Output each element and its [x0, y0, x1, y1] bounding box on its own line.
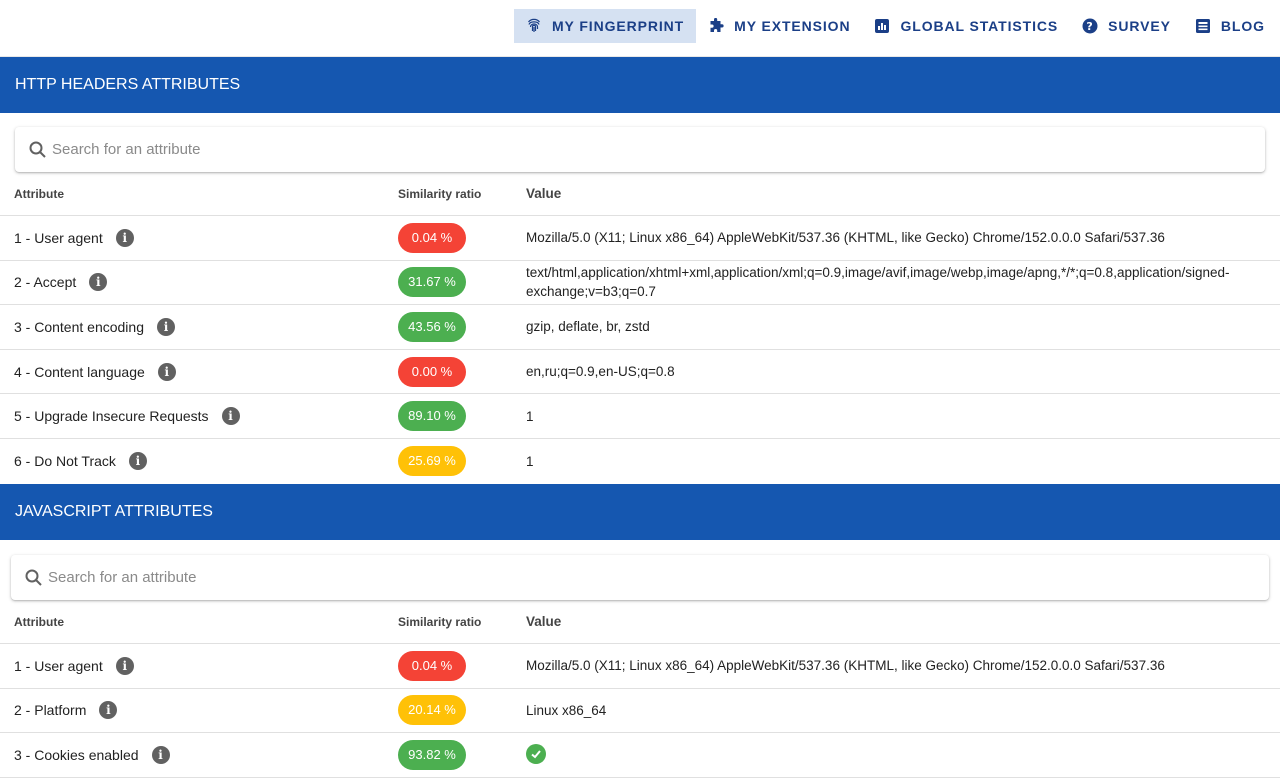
column-value-header[interactable]: Value [526, 184, 1280, 203]
table-row: 1 - User agent i 0.04 % Mozilla/5.0 (X11;… [0, 216, 1280, 261]
similarity-badge: 93.82 % [398, 739, 466, 770]
similarity-badge: 0.04 % [398, 650, 466, 681]
attribute-name: 4 - Content language [14, 363, 145, 380]
attribute-value: gzip, deflate, br, zstd [526, 319, 650, 335]
info-icon[interactable]: i [156, 317, 175, 336]
nav-my-extension[interactable]: MY EXTENSION [696, 9, 862, 43]
table-header: Attribute Similarity ratio Value [0, 172, 1280, 216]
table-row: 6 - Do Not Track i 25.69 % 1 [0, 439, 1280, 484]
column-ratio-header[interactable]: Similarity ratio [398, 187, 526, 201]
bar-chart-icon [874, 18, 890, 34]
attribute-name: 2 - Accept [14, 274, 77, 291]
table-header: Attribute Similarity ratio Value [0, 600, 1280, 644]
similarity-badge: 0.04 % [398, 222, 466, 253]
attribute-name: 3 - Cookies enabled [14, 746, 139, 763]
attribute-name: 1 - User agent [14, 229, 103, 246]
blog-icon [1195, 18, 1211, 34]
check-circle-icon [526, 744, 546, 765]
nav-my-extension-label: MY EXTENSION [734, 18, 851, 34]
help-circle-icon: ? [1082, 18, 1098, 34]
nav-my-fingerprint[interactable]: MY FINGERPRINT [514, 9, 697, 43]
nav-survey[interactable]: ? SURVEY [1070, 9, 1183, 43]
info-icon[interactable]: i [128, 452, 147, 471]
attribute-value: Mozilla/5.0 (X11; Linux x86_64) AppleWeb… [526, 658, 1165, 674]
attribute-value: text/html,application/xhtml+xml,applicat… [526, 265, 1230, 300]
puzzle-icon [708, 18, 724, 34]
column-attribute-header[interactable]: Attribute [0, 187, 398, 201]
nav-global-statistics-label: GLOBAL STATISTICS [900, 18, 1059, 34]
nav-global-statistics[interactable]: GLOBAL STATISTICS [862, 9, 1070, 43]
attribute-name: 5 - Upgrade Insecure Requests [14, 408, 209, 425]
table-row: 3 - Cookies enabled i 93.82 % [0, 733, 1280, 778]
info-icon[interactable]: i [221, 407, 240, 426]
table-row: 3 - Content encoding i 43.56 % gzip, defl… [0, 305, 1280, 350]
attribute-name: 3 - Content encoding [14, 318, 144, 335]
nav-menu: MY FINGERPRINT MY EXTENSION GLOBAL STATI… [514, 9, 1280, 43]
js-search-input[interactable] [48, 569, 1181, 586]
attribute-value: en,ru;q=0.9,en-US;q=0.8 [526, 364, 675, 380]
js-section-header: JAVASCRIPT ATTRIBUTES [0, 484, 1280, 540]
similarity-badge: 89.10 % [398, 401, 466, 432]
nav-blog[interactable]: BLOG [1183, 9, 1277, 43]
fingerprint-icon [526, 18, 542, 34]
info-icon[interactable]: i [157, 362, 176, 381]
search-icon [24, 568, 44, 588]
nav-survey-label: SURVEY [1108, 18, 1171, 34]
column-ratio-header[interactable]: Similarity ratio [398, 615, 526, 629]
info-icon[interactable]: i [115, 228, 134, 247]
attribute-name: 2 - Platform [14, 702, 87, 719]
info-icon[interactable]: i [151, 745, 170, 764]
js-section-title: JAVASCRIPT ATTRIBUTES [15, 503, 213, 520]
search-icon [28, 140, 48, 160]
table-row: 2 - Accept i 31.67 % text/html,applicatio… [0, 261, 1280, 306]
http-attributes-table: Attribute Similarity ratio Value 1 - Use… [0, 172, 1280, 484]
svg-text:?: ? [1086, 20, 1093, 33]
attribute-value: Mozilla/5.0 (X11; Linux x86_64) AppleWeb… [526, 230, 1165, 246]
similarity-badge: 25.69 % [398, 446, 466, 477]
info-icon[interactable]: i [99, 701, 118, 720]
http-section-title: HTTP HEADERS ATTRIBUTES [15, 76, 241, 93]
http-section-header: HTTP HEADERS ATTRIBUTES [0, 57, 1280, 113]
js-attributes-table: Attribute Similarity ratio Value 1 - Use… [0, 600, 1280, 778]
table-row: 4 - Content language i 0.00 % en,ru;q=0.9… [0, 350, 1280, 395]
attribute-value: 1 [526, 453, 534, 469]
similarity-badge: 43.56 % [398, 311, 466, 342]
js-search-box[interactable] [11, 555, 1269, 600]
table-row: 2 - Platform i 20.14 % Linux x86_64 [0, 689, 1280, 734]
attribute-value: Linux x86_64 [526, 702, 607, 718]
attribute-name: 1 - User agent [14, 657, 103, 674]
top-navigation: MY FINGERPRINT MY EXTENSION GLOBAL STATI… [0, 0, 1280, 57]
table-row: 5 - Upgrade Insecure Requests i 89.10 % 1 [0, 394, 1280, 439]
table-row: 1 - User agent i 0.04 % Mozilla/5.0 (X11;… [0, 644, 1280, 689]
info-icon[interactable]: i [89, 273, 108, 292]
http-search-box[interactable] [15, 127, 1265, 172]
column-attribute-header[interactable]: Attribute [0, 615, 398, 629]
nav-my-fingerprint-label: MY FINGERPRINT [552, 18, 685, 34]
column-value-header[interactable]: Value [526, 612, 1280, 631]
attribute-name: 6 - Do Not Track [14, 453, 116, 470]
attribute-value: 1 [526, 408, 534, 424]
nav-blog-label: BLOG [1220, 18, 1265, 34]
info-icon[interactable]: i [115, 656, 134, 675]
similarity-badge: 20.14 % [398, 695, 466, 726]
similarity-badge: 0.00 % [398, 356, 466, 387]
http-search-input[interactable] [52, 141, 1177, 158]
attribute-value [526, 744, 1280, 765]
similarity-badge: 31.67 % [398, 267, 466, 298]
